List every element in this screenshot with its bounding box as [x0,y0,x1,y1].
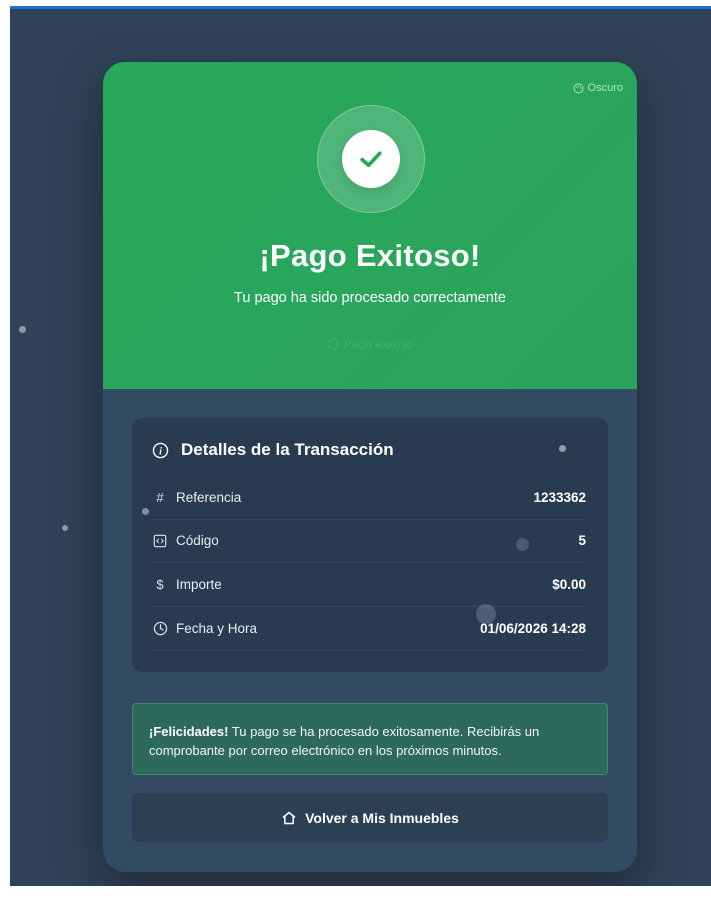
hash-icon: # [156,490,164,505]
detail-value: 5 [578,533,586,548]
background-dot [19,326,26,333]
home-icon [282,811,296,824]
page-title: ¡Pago Exitoso! [259,238,481,273]
palette-icon [573,83,583,93]
back-button-label: Volver a Mis Inmuebles [305,809,459,826]
detail-label: Código [176,533,219,548]
success-notice: ¡Felicidades! Tu pago se ha procesado ex… [132,703,608,775]
details-title: i Detalles de la Transacción [152,440,394,460]
detail-row-importe: $ Importe $0.00 [152,563,586,607]
code-icon [152,533,168,549]
back-to-properties-button[interactable]: Volver a Mis Inmuebles [132,793,608,842]
detail-value: 1233362 [533,490,586,505]
details-title-text: Detalles de la Transacción [181,440,394,459]
theme-toggle-button[interactable]: Oscuro [573,82,623,94]
success-badge [317,105,425,213]
success-header: Oscuro ¡Pago Exitoso! Tu pago ha sido pr… [103,62,637,389]
detail-row-fecha-hora: Fecha y Hora 01/06/2026 14:28 [152,607,586,651]
check-icon [360,151,382,168]
dollar-icon: $ [156,577,164,592]
theme-toggle-label: Oscuro [587,82,623,94]
detail-row-codigo: Código 5 [152,519,586,563]
notice-strong: ¡Felicidades! [149,724,229,739]
check-circle-small-icon [327,338,339,350]
detail-label: Referencia [176,490,242,505]
clock-icon [152,621,168,637]
detail-row-referencia: # Referencia 1233362 [152,476,586,520]
detail-value: 01/06/2026 14:28 [480,621,586,636]
svg-text:i: i [159,446,162,457]
faded-status: Pago exitoso [103,337,637,351]
bottom-strip [0,886,711,912]
payment-success-card: Oscuro ¡Pago Exitoso! Tu pago ha sido pr… [103,62,637,872]
decorative-dot [142,508,149,515]
info-icon: i [152,442,169,458]
check-circle-icon [342,130,400,188]
detail-value: $0.00 [552,577,586,592]
transaction-details-panel: i Detalles de la Transacción # Referenci… [132,418,608,672]
faded-status-label: Pago exitoso [343,337,414,351]
background-dot [62,525,68,531]
decorative-dot [559,445,566,452]
page-background: Oscuro ¡Pago Exitoso! Tu pago ha sido pr… [10,6,711,889]
detail-label: Importe [176,577,222,592]
detail-label: Fecha y Hora [176,621,258,636]
page-subtitle: Tu pago ha sido procesado correctamente [234,290,506,306]
